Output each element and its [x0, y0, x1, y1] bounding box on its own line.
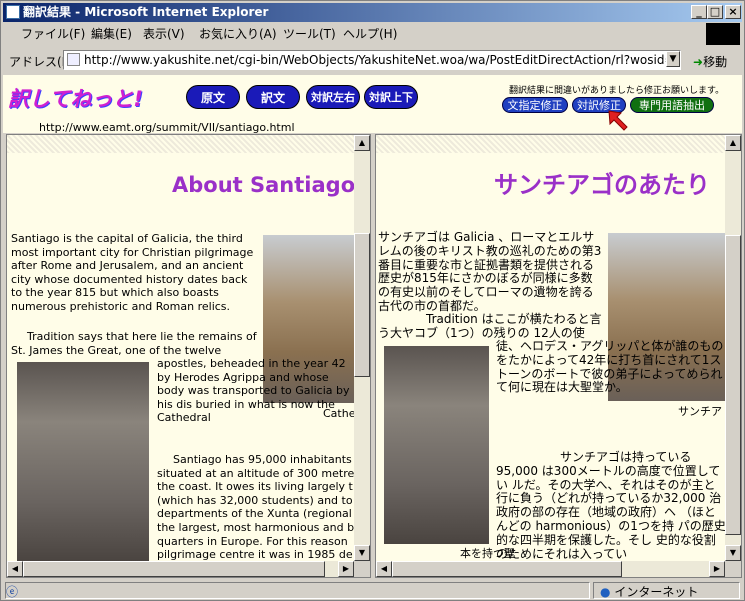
parallel-tb-button[interactable]: 対訳上下: [364, 85, 418, 109]
frame-top-strip: [7, 135, 354, 153]
left-para-1: Santiago is the capital of Galicia, the …: [11, 232, 254, 313]
scroll-left-icon[interactable]: ◀: [7, 561, 23, 577]
status-bar: ⓔ ● インターネット: [3, 580, 742, 600]
status-message: ⓔ: [5, 582, 590, 599]
menu-edit[interactable]: 編集(E): [91, 23, 132, 45]
menu-help[interactable]: ヘルプ(H): [343, 23, 397, 45]
address-bar: アドレス(D) http://www.yakushite.net/cgi-bin…: [3, 48, 742, 72]
app-logo: 訳してねっと!: [8, 87, 143, 111]
left-para-3: Santiago has 95,000 inhabitants situated…: [157, 453, 355, 562]
right-horizontal-scrollbar[interactable]: ◀ ▶: [376, 561, 725, 577]
browser-window: 翻訳結果 - Microsoft Internet Explorer _ □ ×…: [0, 0, 745, 601]
menu-favorites[interactable]: お気に入り(A): [199, 23, 277, 45]
left-frame[interactable]: About Santiago Cathec Santiago is the ca…: [6, 134, 371, 578]
right-photo-caption: サンチア: [678, 405, 722, 418]
original-button[interactable]: 原文: [186, 85, 240, 109]
scroll-up-icon[interactable]: ▲: [725, 135, 741, 151]
globe-icon: ●: [600, 585, 611, 599]
left-para-2b: apostles, beheaded in the year 42 by Her…: [157, 357, 350, 425]
menu-bar: ファイル(F) 編集(E) 表示(V) お気に入り(A) ツール(T) ヘルプ(…: [3, 23, 703, 45]
parallel-lr-button[interactable]: 対訳左右: [306, 85, 360, 109]
correction-note: 翻訳結果に間違いがありましたら修正お願いします。: [509, 86, 725, 96]
menu-tools[interactable]: ツール(T): [283, 23, 336, 45]
scroll-right-icon[interactable]: ▶: [338, 561, 354, 577]
source-url: http://www.eamt.org/summit/VII/santiago.…: [39, 121, 295, 134]
zone-cell: ● インターネット: [593, 582, 740, 599]
statue-photo: [384, 346, 489, 544]
hscroll-thumb[interactable]: [392, 561, 622, 577]
right-heading: サンチアゴのあたり: [494, 171, 710, 199]
address-url: http://www.yakushite.net/cgi-bin/WebObje…: [84, 53, 681, 67]
right-para-1: サンチアゴは Galicia 、ローマとエルサレムの後のキリスト教の巡礼のための…: [378, 230, 602, 313]
menu-view[interactable]: 表示(V): [143, 23, 185, 45]
left-horizontal-scrollbar[interactable]: ◀ ▶: [7, 561, 354, 577]
windows-logo: [706, 23, 740, 45]
ie-icon: [6, 5, 20, 19]
left-para-2a: Tradition says that here lie the remains…: [11, 330, 257, 357]
zone-text: インターネット: [614, 585, 699, 599]
scroll-corner: [354, 561, 370, 577]
scroll-down-icon[interactable]: ▼: [354, 545, 370, 561]
scroll-thumb[interactable]: [354, 233, 370, 377]
left-heading: About Santiago: [172, 173, 356, 197]
right-para-2a: Tradition はここが横たわると言う大ヤコブ（1つ）の残りの 12人の使: [378, 312, 602, 340]
statue-photo: [17, 362, 149, 562]
status-ie-icon: ⓔ: [6, 585, 19, 599]
window-title: 翻訳結果 - Microsoft Internet Explorer: [23, 5, 269, 19]
minimize-button[interactable]: _: [691, 5, 707, 19]
right-para-2b: 徒、ヘロデス・アグリッパと体が誰のものをたかによって42年に打ち首にされて1スト…: [496, 339, 724, 395]
scroll-up-icon[interactable]: ▲: [354, 135, 370, 151]
hscroll-thumb[interactable]: [23, 561, 325, 577]
scroll-right-icon[interactable]: ▶: [709, 561, 725, 577]
address-input[interactable]: http://www.yakushite.net/cgi-bin/WebObje…: [63, 50, 681, 70]
right-para-3: サンチアゴは持っている95,000 は300メートルの高度で位置してい ルだ。そ…: [496, 450, 726, 561]
maximize-button[interactable]: □: [707, 5, 723, 19]
go-button[interactable]: ➜移動: [693, 53, 727, 70]
page-icon: [67, 53, 80, 66]
scroll-corner: [725, 561, 741, 577]
address-dropdown-icon[interactable]: ▼: [666, 51, 680, 67]
right-frame[interactable]: サンチアゴのあたり サンチア サンチアゴは Galicia 、ローマとエルサレム…: [375, 134, 742, 578]
app-header: 訳してねっと! 原文 訳文 対訳左右 対訳上下 翻訳結果に間違いがありましたら修…: [3, 75, 742, 134]
right-vertical-scrollbar[interactable]: ▲ ▼: [725, 135, 741, 561]
title-bar: 翻訳結果 - Microsoft Internet Explorer _ □ ×: [3, 3, 742, 22]
close-button[interactable]: ×: [725, 5, 741, 19]
frame-top-strip: [376, 135, 725, 153]
menu-file[interactable]: ファイル(F): [21, 23, 85, 45]
term-extract-button[interactable]: 専門用語抽出: [630, 97, 714, 113]
scroll-down-icon[interactable]: ▼: [725, 545, 741, 561]
left-vertical-scrollbar[interactable]: ▲ ▼: [354, 135, 370, 561]
go-arrow-icon: ➜: [693, 55, 704, 69]
sentence-fix-button[interactable]: 文指定修正: [502, 97, 568, 113]
scroll-left-icon[interactable]: ◀: [376, 561, 392, 577]
pointer-arrow-icon: [608, 110, 628, 131]
scroll-thumb[interactable]: [725, 235, 741, 535]
translation-button[interactable]: 訳文: [246, 85, 300, 109]
